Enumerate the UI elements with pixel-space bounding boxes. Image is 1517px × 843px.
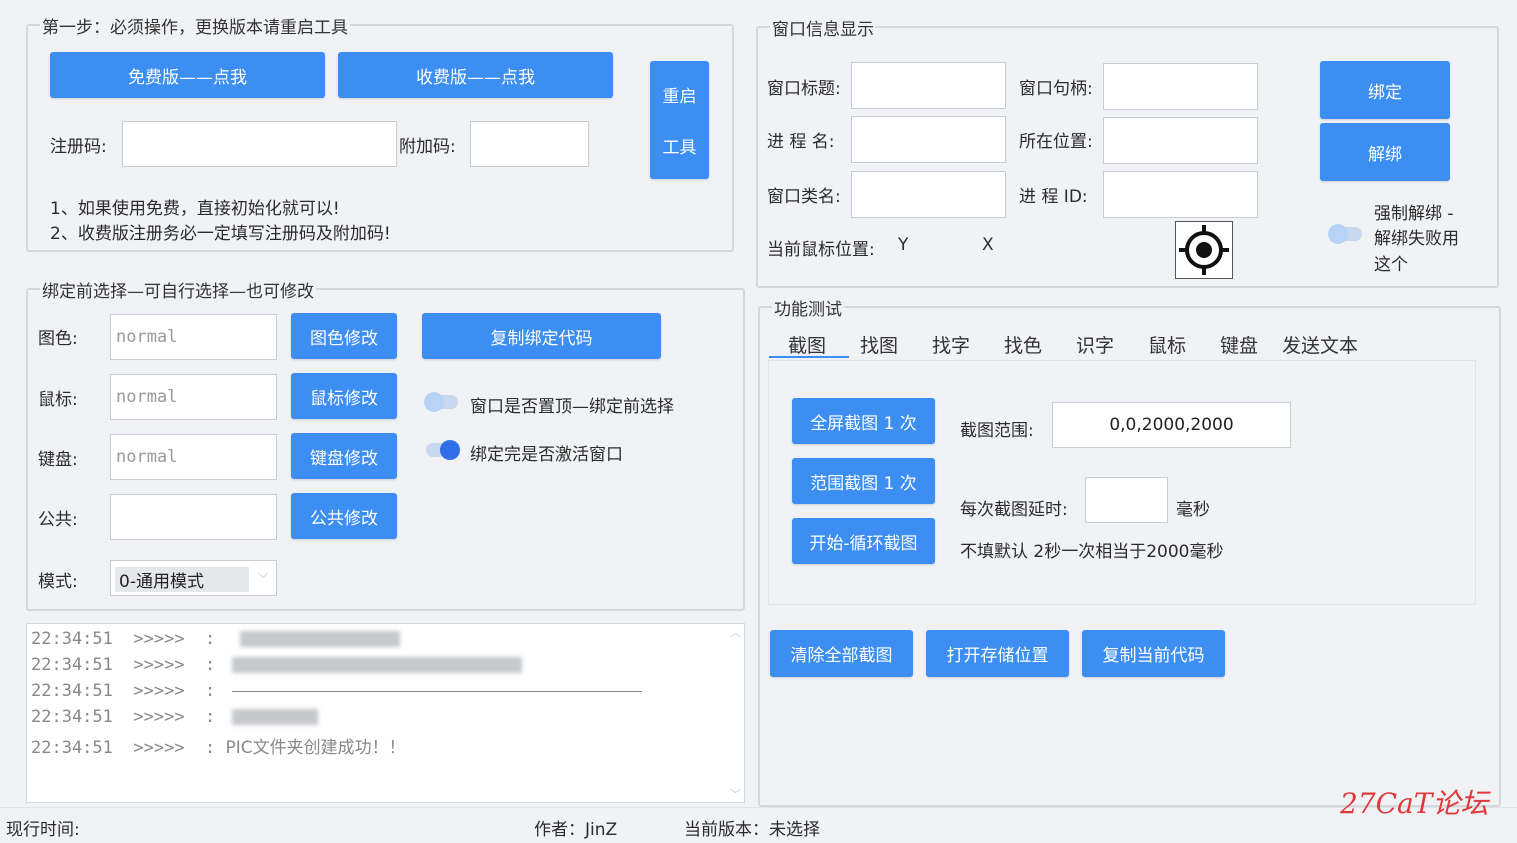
window-topmost-label: 窗口是否置顶—绑定前选择 xyxy=(470,397,674,417)
func-test-title: 功能测试 xyxy=(772,295,844,320)
crosshair-target-icon[interactable] xyxy=(1175,221,1233,279)
range-screenshot-button[interactable]: 范围截图 1 次 xyxy=(792,458,935,504)
process-name-label: 进 程 名: xyxy=(767,132,835,152)
force-unbind-toggle[interactable] xyxy=(1328,224,1364,244)
redacted-text xyxy=(231,657,522,673)
force-unbind-label-1: 强制解绑 - xyxy=(1374,204,1454,224)
note-free: 1、如果使用免费，直接初始化就可以! xyxy=(50,199,340,219)
keyboard-label: 键盘: xyxy=(38,450,78,470)
range-input[interactable]: 0,0,2000,2000 xyxy=(1052,402,1291,448)
version-label: 当前版本：未选择 xyxy=(684,820,820,840)
window-class-label: 窗口类名: xyxy=(767,187,841,207)
open-storage-button[interactable]: 打开存储位置 xyxy=(926,630,1069,677)
process-id-label: 进 程 ID: xyxy=(1019,187,1088,207)
copy-bind-code-button[interactable]: 复制绑定代码 xyxy=(422,313,661,359)
redacted-text xyxy=(231,709,318,725)
reg-code-input[interactable] xyxy=(122,121,397,167)
color-modify-button[interactable]: 图色修改 xyxy=(291,313,397,359)
delay-label: 每次截图延时: xyxy=(960,500,1068,520)
tab-find-image[interactable]: 找图 xyxy=(860,331,898,358)
public-mode-input[interactable] xyxy=(110,494,277,540)
mouse-position-label: 当前鼠标位置: xyxy=(767,240,875,260)
log-line: 22:34:51 >>>>> : xyxy=(31,681,642,701)
unbind-button[interactable]: 解绑 xyxy=(1320,123,1450,181)
log-divider xyxy=(231,690,642,692)
tab-find-text[interactable]: 找字 xyxy=(932,331,970,358)
mouse-x-label: X xyxy=(982,235,994,255)
window-topmost-toggle[interactable] xyxy=(424,392,460,412)
activate-window-toggle[interactable] xyxy=(424,440,460,460)
extra-code-label: 附加码: xyxy=(399,137,456,157)
mouse-y-label: Y xyxy=(898,235,909,255)
extra-code-input[interactable] xyxy=(470,121,589,167)
reg-code-label: 注册码: xyxy=(50,137,107,157)
delay-input[interactable] xyxy=(1085,477,1168,523)
window-info-title: 窗口信息显示 xyxy=(770,15,876,40)
forum-watermark: 27CaT论坛 xyxy=(1340,787,1489,820)
window-title-label: 窗口标题: xyxy=(767,79,841,99)
mouse-mode-input[interactable]: normal xyxy=(110,374,277,420)
range-label: 截图范围: xyxy=(960,421,1034,441)
location-label: 所在位置: xyxy=(1019,132,1093,152)
paid-version-button[interactable]: 收费版——点我 xyxy=(338,52,613,98)
activate-window-label: 绑定完是否激活窗口 xyxy=(470,445,623,465)
window-title-input[interactable] xyxy=(851,62,1006,109)
keyboard-modify-button[interactable]: 键盘修改 xyxy=(291,433,397,479)
scroll-up-icon[interactable]: ︿ xyxy=(730,624,741,640)
process-id-input[interactable] xyxy=(1103,171,1258,218)
bind-pre-title: 绑定前选择—可自行选择—也可修改 xyxy=(40,277,316,302)
redacted-text xyxy=(239,631,400,647)
chevron-down-icon: ⌵ xyxy=(258,567,268,582)
bind-button[interactable]: 绑定 xyxy=(1320,61,1450,119)
copy-current-code-button[interactable]: 复制当前代码 xyxy=(1082,630,1225,677)
tab-ocr[interactable]: 识字 xyxy=(1076,331,1114,358)
mode-select[interactable]: 0-通用模式 ⌵ xyxy=(110,560,277,596)
active-tab-underline xyxy=(769,356,849,358)
color-label: 图色: xyxy=(38,329,78,349)
log-line: 22:34:51 >>>>> : PIC文件夹创建成功！！ xyxy=(31,738,406,758)
mouse-modify-button[interactable]: 鼠标修改 xyxy=(291,373,397,419)
window-handle-input[interactable] xyxy=(1103,63,1258,110)
window-class-input[interactable] xyxy=(851,171,1006,218)
tab-mouse[interactable]: 鼠标 xyxy=(1148,331,1186,358)
author-label: 作者：JinZ xyxy=(534,820,618,840)
note-paid: 2、收费版注册务必一定填写注册码及附加码! xyxy=(50,224,391,244)
force-unbind-label-2: 解绑失败用 xyxy=(1374,229,1459,249)
log-line: 22:34:51 >>>>> : xyxy=(31,655,522,675)
mode-select-value: 0-通用模式 xyxy=(115,567,249,592)
location-input[interactable] xyxy=(1103,117,1258,164)
log-textarea[interactable]: 22:34:51 >>>>> : 22:34:51 >>>>> : 22:34:… xyxy=(26,623,745,803)
delay-unit-label: 毫秒 xyxy=(1176,500,1210,520)
tab-screenshot[interactable]: 截图 xyxy=(788,331,826,358)
mode-label: 模式: xyxy=(38,572,78,592)
status-bar: 现行时间: 作者：JinZ 当前版本：未选择 xyxy=(0,807,1517,843)
process-name-input[interactable] xyxy=(851,116,1006,163)
restart-tool-button[interactable]: 重启 工具 xyxy=(650,61,709,179)
restart-line2: 工具 xyxy=(662,138,697,158)
delay-note: 不填默认 2秒一次相当于2000毫秒 xyxy=(960,542,1224,562)
tab-find-color[interactable]: 找色 xyxy=(1004,331,1042,358)
tab-keyboard[interactable]: 键盘 xyxy=(1220,331,1258,358)
tab-send-text[interactable]: 发送文本 xyxy=(1282,331,1358,358)
loop-screenshot-button[interactable]: 开始-循环截图 xyxy=(792,518,935,564)
scroll-down-icon[interactable]: ﹀ xyxy=(730,786,741,802)
current-time-label: 现行时间: xyxy=(6,820,80,840)
free-version-button[interactable]: 免费版——点我 xyxy=(50,52,325,98)
restart-line1: 重启 xyxy=(662,87,697,107)
window-handle-label: 窗口句柄: xyxy=(1019,79,1093,99)
log-line: 22:34:51 >>>>> : xyxy=(31,707,318,727)
clear-screenshots-button[interactable]: 清除全部截图 xyxy=(770,630,913,677)
full-screenshot-button[interactable]: 全屏截图 1 次 xyxy=(792,398,935,444)
public-label: 公共: xyxy=(38,510,78,530)
log-line: 22:34:51 >>>>> : xyxy=(31,629,400,649)
public-modify-button[interactable]: 公共修改 xyxy=(291,493,397,539)
color-mode-input[interactable]: normal xyxy=(110,314,277,360)
mouse-label: 鼠标: xyxy=(38,390,78,410)
force-unbind-label-3: 这个 xyxy=(1374,255,1408,275)
step1-title: 第一步：必须操作，更换版本请重启工具 xyxy=(40,13,350,38)
keyboard-mode-input[interactable]: normal xyxy=(110,434,277,480)
